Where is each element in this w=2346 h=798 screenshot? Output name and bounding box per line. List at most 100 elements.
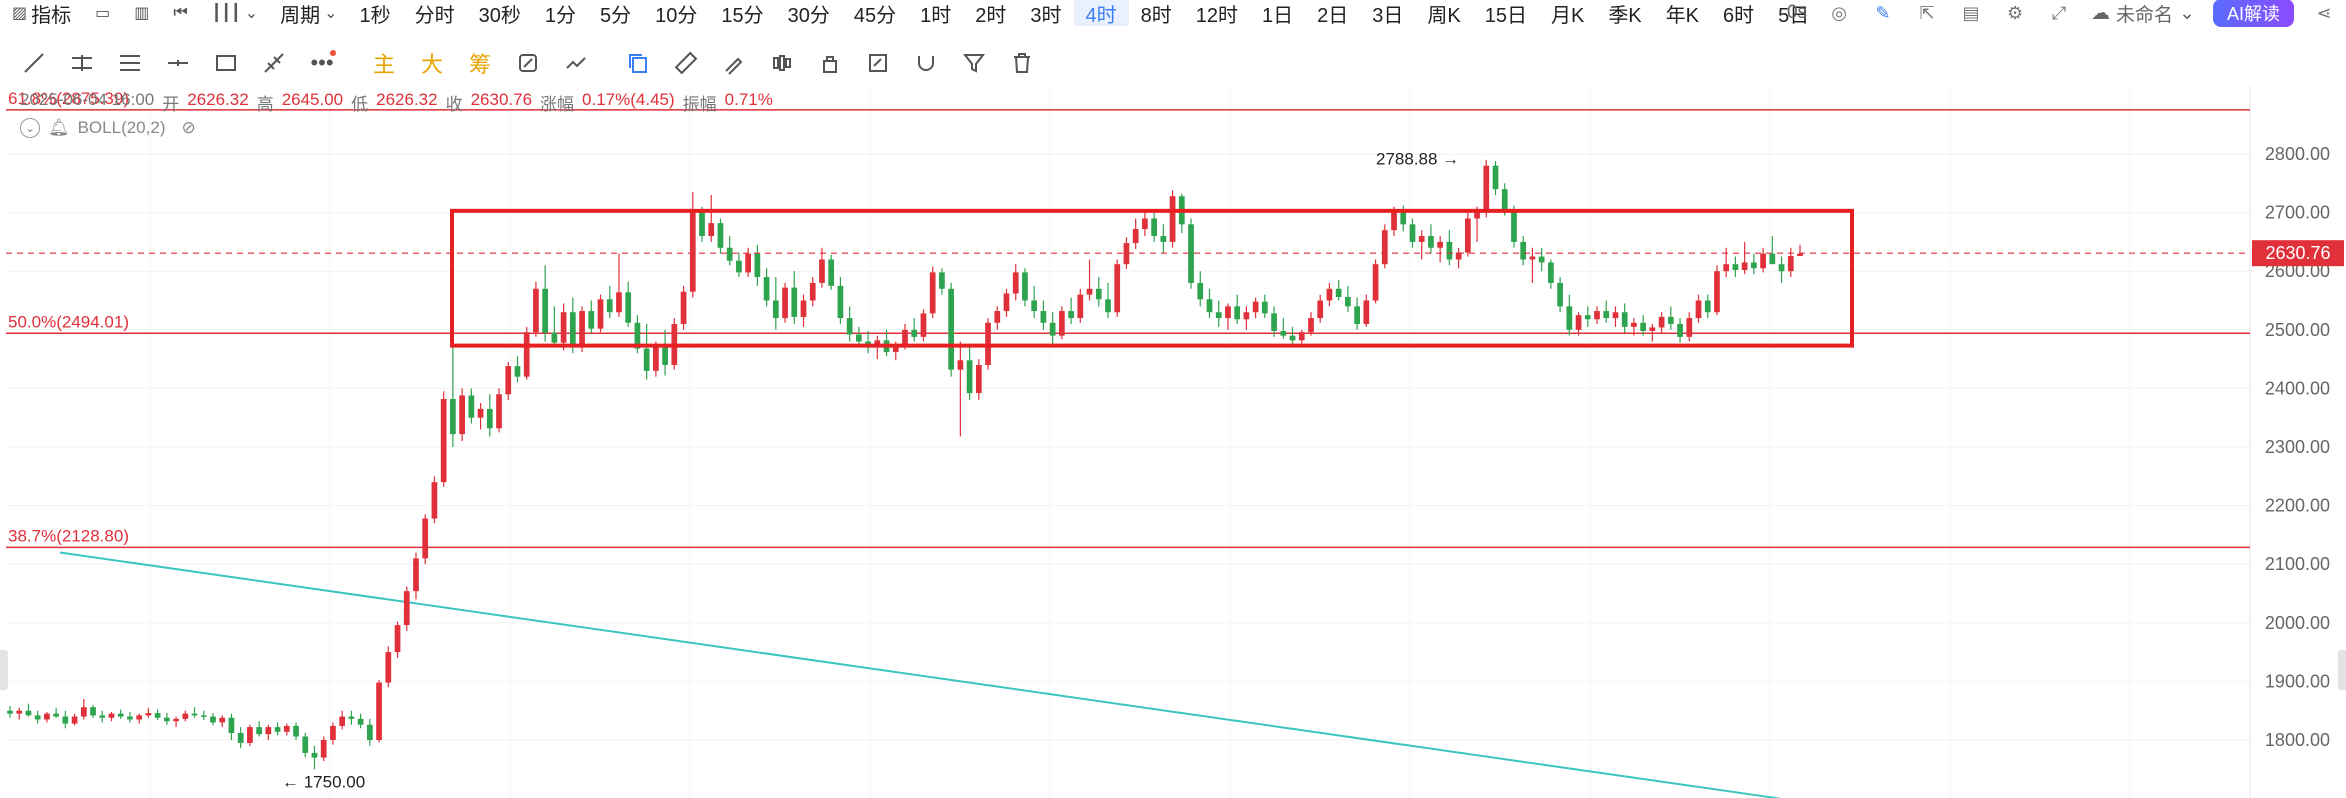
indicator-name[interactable]: BOLL(20,2) [78, 118, 166, 138]
timeframe-0[interactable]: 1秒 [348, 0, 403, 27]
timeframe-10[interactable]: 2时 [963, 0, 1018, 27]
bell-icon[interactable]: 🔔︎ [48, 118, 70, 138]
candle-body [1040, 311, 1047, 323]
layout-button[interactable]: ▥ [122, 0, 161, 26]
candle-body [71, 716, 78, 724]
candle-body [800, 300, 807, 317]
layout-name-dropdown[interactable]: ☁ 未命名 ⌄ [2081, 0, 2205, 27]
timeframe-22[interactable]: 年K [1654, 0, 1711, 27]
layout-name: 未命名 [2116, 4, 2174, 26]
candle-body [163, 717, 170, 722]
timeframe-20[interactable]: 月K [1539, 0, 1596, 27]
measure-tool[interactable] [250, 46, 298, 80]
delete-tool[interactable] [998, 46, 1046, 80]
ruler-tool[interactable] [662, 46, 710, 80]
timeframe-6[interactable]: 15分 [709, 0, 775, 27]
low-label: 低 [351, 95, 369, 114]
candle-body [514, 366, 521, 377]
timeframe-5[interactable]: 10分 [643, 0, 709, 27]
more-tools[interactable]: ••• [298, 46, 346, 80]
timeframe-21[interactable]: 季K [1596, 0, 1653, 27]
gear-icon[interactable]: ⚙ [1993, 0, 2037, 26]
close-value: 2630.76 [470, 90, 533, 109]
last-price-value: 2630.76 [2265, 243, 2330, 263]
timeframe-7[interactable]: 30分 [776, 0, 842, 27]
copy-tool[interactable] [614, 46, 662, 80]
replay-button[interactable]: ⏮ [161, 0, 199, 26]
big-toggle[interactable]: 大 [408, 46, 456, 80]
timeframe-1[interactable]: 分时 [403, 0, 467, 27]
filter-icon [962, 54, 986, 73]
timeframe-8[interactable]: 45分 [842, 0, 908, 27]
copy-icon [629, 54, 647, 73]
candle-body [1308, 318, 1314, 333]
candle-body [219, 717, 226, 723]
chips-toggle[interactable]: 筹 [456, 46, 504, 80]
candle-style-tool[interactable] [758, 46, 806, 80]
candle-body [1188, 224, 1194, 283]
timeframe-3[interactable]: 1分 [533, 0, 588, 27]
magnet-tool[interactable] [902, 46, 950, 80]
candle-body [1501, 189, 1508, 210]
timeframe-9[interactable]: 1时 [908, 0, 963, 27]
candle-body [1575, 315, 1582, 330]
trend-line-tool[interactable] [10, 46, 58, 80]
candle-body [1704, 300, 1711, 313]
note-tool[interactable] [854, 46, 902, 80]
timeframe-23[interactable]: 6时 [1711, 0, 1766, 27]
chart-type-button[interactable]: ┃┃┃ ⌄ [200, 0, 270, 26]
pen-icon[interactable]: ✎ [1861, 0, 1905, 26]
camera-icon[interactable]: ◎ [1817, 0, 1861, 26]
ohlc-date: 2025-06-04 16:00 [20, 90, 155, 109]
parallel-channel-tool[interactable] [58, 46, 106, 80]
chart-canvas[interactable]: 2800.002700.002600.002500.002400.002300.… [0, 86, 2346, 798]
fullscreen-icon[interactable]: ⤢ [2037, 0, 2081, 26]
timeframe-12[interactable]: 4时 [1073, 0, 1129, 27]
calendar-button[interactable]: ▭ [83, 0, 122, 26]
export-icon[interactable]: ⇱ [1905, 0, 1949, 26]
main-chart-toggle[interactable]: 主 [360, 46, 408, 80]
rectangle-icon [216, 55, 236, 71]
timeframe-14[interactable]: 12时 [1184, 0, 1250, 27]
left-resize-handle[interactable] [0, 650, 8, 690]
indicator-edit-tool[interactable] [552, 46, 600, 80]
countdown: 0s [1786, 2, 1808, 23]
high-label: 高 [256, 95, 274, 114]
template-icon[interactable]: ▤ [1949, 0, 1993, 26]
ai-analysis-button[interactable]: AI解读 [2212, 0, 2294, 27]
candle-body [791, 287, 798, 317]
candle-body [1372, 264, 1379, 301]
timeframe-11[interactable]: 3时 [1018, 0, 1073, 27]
eye-hidden-icon[interactable]: ⊘ [181, 118, 195, 138]
rectangle-tool[interactable] [202, 46, 250, 80]
filter-tool[interactable] [950, 46, 998, 80]
candle-body [136, 715, 143, 720]
timeframe-13[interactable]: 8时 [1129, 0, 1184, 27]
candle-body [320, 740, 327, 758]
candle-body [1538, 256, 1545, 263]
period-button[interactable]: 周期 ⌄ [270, 0, 347, 27]
timeframe-19[interactable]: 15日 [1473, 0, 1539, 27]
lock-tool[interactable] [806, 46, 854, 80]
compare-tool[interactable] [504, 46, 552, 80]
horizontal-line-tool[interactable] [154, 46, 202, 80]
timeframe-2[interactable]: 30秒 [467, 0, 533, 27]
ohlc-readout: 2025-06-04 16:00 开 2626.32 高 2645.00 低 2626… [20, 90, 773, 115]
right-resize-handle[interactable] [2338, 650, 2346, 690]
timeframe-4[interactable]: 5分 [588, 0, 643, 27]
timeframe-15[interactable]: 1日 [1250, 0, 1305, 27]
timeframe-18[interactable]: 周K [1415, 0, 1472, 27]
candle-body [173, 718, 179, 722]
price-chart[interactable]: 2800.00 2700.00 2600.00 2500.00 2400.00 2300.… [0, 86, 2346, 798]
timeframe-16[interactable]: 2日 [1305, 0, 1360, 27]
collapse-icon[interactable]: ⌄ [20, 118, 40, 138]
brush-tool[interactable] [710, 46, 758, 80]
timeframe-17[interactable]: 3日 [1360, 0, 1415, 27]
share-icon[interactable]: ⋖ [2302, 0, 2346, 26]
candle-body [339, 716, 346, 726]
indicator-button[interactable]: ▨ 指标 [0, 0, 83, 27]
candle-body [717, 223, 724, 248]
candle-body [376, 682, 382, 740]
candle-body [1474, 212, 1480, 219]
fib-tool[interactable] [106, 46, 154, 80]
